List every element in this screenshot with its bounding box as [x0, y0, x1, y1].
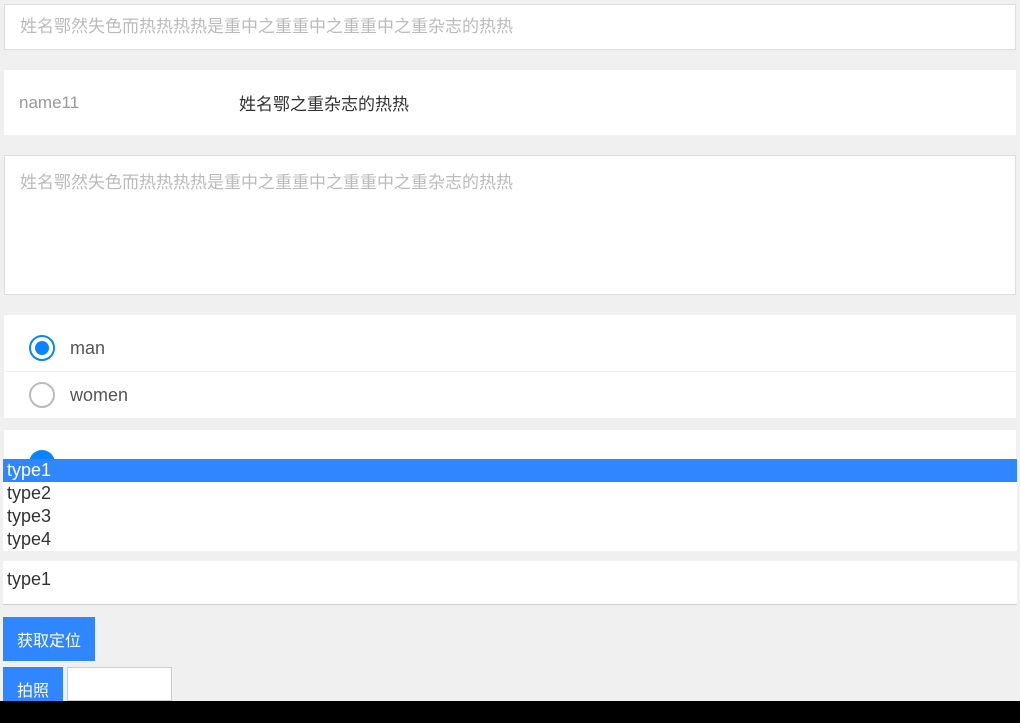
radio-label: women: [70, 385, 128, 406]
dropdown-item-type4[interactable]: type4: [3, 528, 1017, 551]
name-display-row: name11 姓名鄂之重杂志的热热: [4, 70, 1016, 135]
type-select-display[interactable]: type1: [3, 561, 1017, 605]
gender-radio-group: man women: [4, 315, 1016, 418]
os-taskbar: [0, 701, 1020, 723]
name-input-row: [4, 4, 1016, 50]
radio-option-man[interactable]: man: [4, 325, 1016, 372]
name-display-key: name11: [19, 93, 239, 113]
radio-label: man: [70, 338, 105, 359]
dropdown-item-type3[interactable]: type3: [3, 505, 1017, 528]
name-display-value: 姓名鄂之重杂志的热热: [239, 90, 409, 115]
radio-option-women[interactable]: women: [4, 372, 1016, 418]
radio-icon: [29, 335, 55, 361]
type-dropdown-list: type1 type2 type3 type4: [3, 459, 1017, 551]
radio-icon: [29, 382, 55, 408]
description-textarea[interactable]: [20, 168, 1000, 282]
dropdown-item-type2[interactable]: type2: [3, 482, 1017, 505]
description-textarea-wrap: [4, 155, 1016, 295]
dropdown-item-type1[interactable]: type1: [3, 459, 1017, 482]
name-input[interactable]: [20, 17, 1000, 37]
photo-file-input[interactable]: [67, 667, 172, 701]
get-location-button[interactable]: 获取定位: [3, 617, 95, 661]
